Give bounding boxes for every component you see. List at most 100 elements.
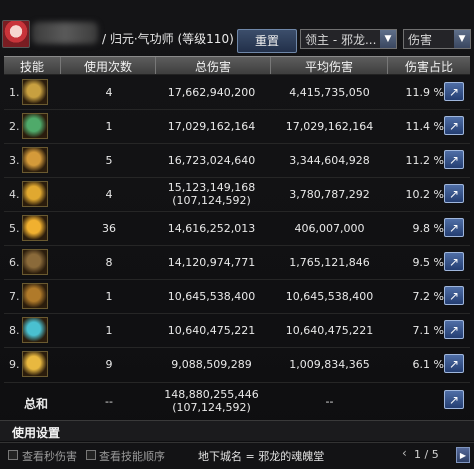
skill-icon — [22, 113, 48, 139]
character-avatar — [2, 20, 30, 48]
col-total-damage: 总伤害 — [194, 60, 231, 74]
row-index: 1. — [9, 86, 20, 99]
summary-total-damage: 148,880,255,446 — [164, 388, 259, 401]
damage-stats-window: / 归元·气功师 (等级110) 重置 领主 - 邪龙... ▼ 伤害 ▼ 技能… — [0, 0, 474, 469]
row-total-damage: 10,645,538,400 — [167, 290, 256, 303]
summary-uses: -- — [105, 395, 113, 408]
row-total-damage: 14,120,974,771 — [167, 256, 256, 269]
checkbox-skill-order[interactable] — [86, 450, 96, 460]
page-info: 1 / 5 — [414, 448, 439, 461]
row-avg-damage: 3,344,604,928 — [289, 154, 370, 167]
table-row: 5. 36 14,616,252,013 406,007,000 9.8 % ↗ — [4, 212, 470, 245]
checkbox-skill-order-label: 查看技能顺序 — [99, 450, 165, 463]
row-index: 3. — [9, 154, 20, 167]
summary-total-extra: (107,124,592) — [172, 401, 251, 414]
share-icon[interactable]: ↗ — [444, 354, 464, 373]
row-avg-damage: 1,009,834,365 — [289, 358, 370, 371]
skill-icon — [22, 283, 48, 309]
skill-icon — [22, 249, 48, 275]
table-row: 9. 9 9,088,509,289 1,009,834,365 6.1 % ↗ — [4, 348, 470, 381]
character-class-level: / 归元·气功师 (等级110) — [102, 32, 234, 46]
header: / 归元·气功师 (等级110) 重置 领主 - 邪龙... ▼ 伤害 ▼ — [0, 8, 474, 53]
row-total: 15,123,149,168 (107,124,592) — [154, 181, 269, 207]
footer: 查看秒伤害 查看技能顺序 地下城名 = 邪龙的魂魄堂 ‹ 1 / 5 ▶ — [0, 442, 474, 469]
chevron-right-icon[interactable]: ▶ — [456, 447, 470, 463]
row-uses: 1 — [105, 290, 113, 303]
row-damage-share: 9.8 % — [412, 222, 444, 235]
share-icon[interactable]: ↗ — [444, 218, 464, 237]
character-name-redacted — [32, 22, 98, 44]
reset-button[interactable]: 重置 — [237, 29, 297, 53]
dungeon-select[interactable]: 领主 - 邪龙... ▼ — [300, 29, 397, 49]
share-icon[interactable]: ↗ — [444, 150, 464, 169]
skill-icon — [22, 317, 48, 343]
skill-icon — [22, 79, 48, 105]
damage-type-select[interactable]: 伤害 ▼ — [403, 29, 471, 49]
row-damage-share: 7.2 % — [412, 290, 444, 303]
row-uses: 4 — [105, 188, 113, 201]
row-uses: 1 — [105, 120, 113, 133]
checkbox-dps[interactable] — [8, 450, 18, 460]
row-index: 9. — [9, 358, 20, 371]
row-damage-share: 11.2 % — [405, 154, 444, 167]
chevron-left-icon[interactable]: ‹ — [402, 446, 407, 460]
row-uses: 9 — [105, 358, 113, 371]
row-index: 2. — [9, 120, 20, 133]
row-uses: 36 — [102, 222, 116, 235]
col-damage-share: 伤害占比 — [404, 60, 453, 74]
settings-bar: 使用设置 — [0, 420, 474, 441]
row-damage-share: 9.5 % — [412, 256, 444, 269]
share-icon[interactable]: ↗ — [444, 116, 464, 135]
chevron-down-icon: ▼ — [454, 30, 470, 48]
skill-icon — [22, 215, 48, 241]
summary-total: 148,880,255,446 (107,124,592) — [154, 388, 269, 414]
table-row: 8. 1 10,640,475,221 10,640,475,221 7.1 % ↗ — [4, 314, 470, 347]
share-icon[interactable]: ↗ — [444, 184, 464, 203]
row-total-damage: 17,662,940,200 — [167, 86, 256, 99]
row-index: 5. — [9, 222, 20, 235]
row-avg-damage: 406,007,000 — [294, 222, 365, 235]
table-row: 4. 4 15,123,149,168 (107,124,592) 3,780,787,… — [4, 178, 470, 211]
row-damage-share: 7.1 % — [412, 324, 444, 337]
row-avg-damage: 1,765,121,846 — [289, 256, 370, 269]
summary-label: 总和 — [24, 397, 49, 411]
row-index: 4. — [9, 188, 20, 201]
share-icon[interactable]: ↗ — [444, 252, 464, 271]
skill-icon — [22, 147, 48, 173]
row-total-damage: 15,123,149,168 — [167, 181, 256, 194]
dungeon-name: 地下城名 = 邪龙的魂魄堂 — [198, 450, 325, 463]
share-icon[interactable]: ↗ — [444, 320, 464, 339]
skill-icon — [22, 181, 48, 207]
table-row: 7. 1 10,645,538,400 10,645,538,400 7.2 % ↗ — [4, 280, 470, 313]
row-total-damage: 9,088,509,289 — [171, 358, 252, 371]
table-row: 3. 5 16,723,024,640 3,344,604,928 11.2 % ↗ — [4, 144, 470, 177]
row-total-damage: 16,723,024,640 — [167, 154, 256, 167]
dungeon-select-value: 领主 - 邪龙... — [305, 33, 377, 47]
row-avg-damage: 10,645,538,400 — [285, 290, 374, 303]
table-row: 2. 1 17,029,162,164 17,029,162,164 11.4 % ↗ — [4, 110, 470, 143]
row-uses: 8 — [105, 256, 113, 269]
row-avg-damage: 17,029,162,164 — [285, 120, 374, 133]
row-damage-share: 11.9 % — [405, 86, 444, 99]
row-total-damage: 10,640,475,221 — [167, 324, 256, 337]
summary-avg: -- — [325, 395, 334, 408]
row-uses: 1 — [105, 324, 113, 337]
col-skill: 技能 — [19, 60, 44, 74]
col-uses: 使用次数 — [83, 60, 132, 74]
damage-type-select-value: 伤害 — [408, 33, 433, 47]
settings-title[interactable]: 使用设置 — [12, 424, 60, 441]
table-row: 1. 4 17,662,940,200 4,415,735,050 11.9 % ↗ — [4, 76, 470, 109]
table-header: 技能 使用次数 总伤害 平均伤害 伤害占比 — [4, 56, 470, 75]
share-icon[interactable]: ↗ — [444, 286, 464, 305]
col-avg-damage: 平均伤害 — [304, 60, 353, 74]
row-uses: 5 — [105, 154, 113, 167]
table-row: 6. 8 14,120,974,771 1,765,121,846 9.5 % ↗ — [4, 246, 470, 279]
row-damage-share: 10.2 % — [405, 188, 444, 201]
share-icon[interactable]: ↗ — [444, 82, 464, 101]
row-total-damage: 14,616,252,013 — [167, 222, 256, 235]
skill-icon — [22, 351, 48, 377]
row-avg-damage: 10,640,475,221 — [285, 324, 374, 337]
share-icon[interactable]: ↗ — [444, 390, 464, 409]
row-damage-share: 6.1 % — [412, 358, 444, 371]
row-total-extra: (107,124,592) — [172, 194, 251, 207]
